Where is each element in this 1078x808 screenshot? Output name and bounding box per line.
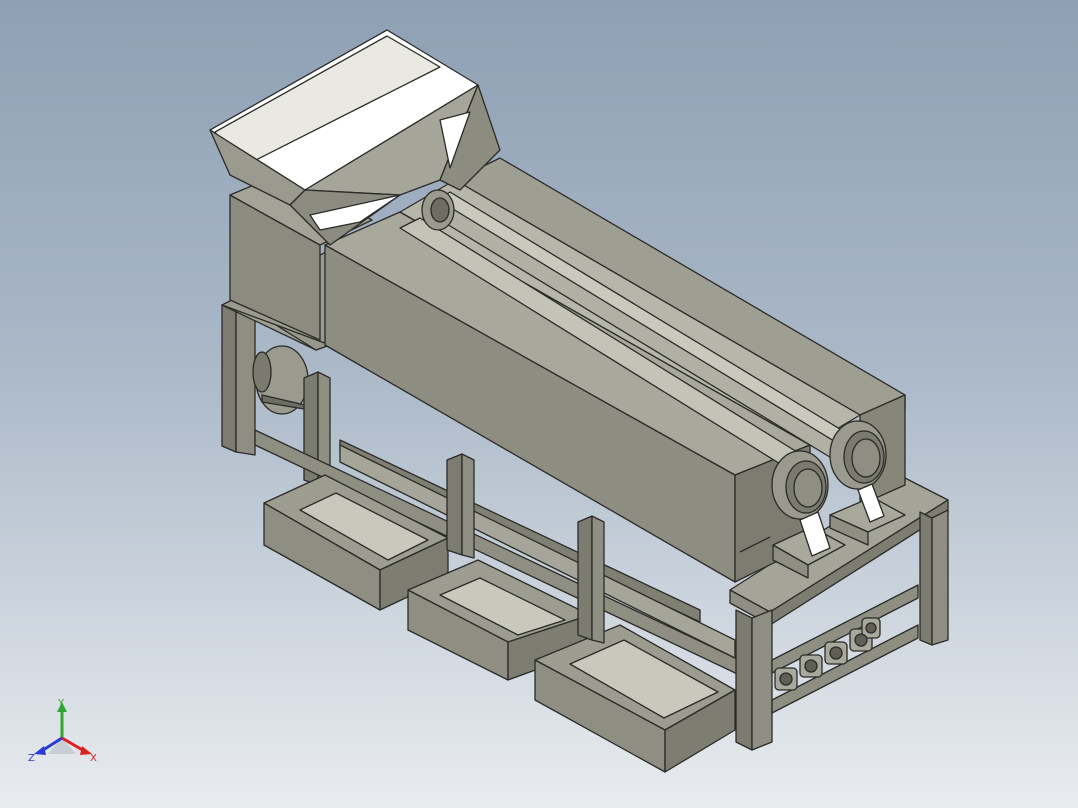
roller-end-flange-left[interactable] [771,450,829,520]
roller-end-flange-right[interactable] [829,420,887,490]
machine-3d-model[interactable] [0,0,1078,808]
graphics-viewport[interactable]: Y X Z [0,0,1078,808]
y-axis-label: Y [57,698,65,709]
z-axis-arrow [34,746,46,755]
drive-hub[interactable] [421,189,455,231]
z-axis-label: Z [28,753,35,764]
view-triad[interactable]: Y X Z [26,694,106,774]
x-axis-label: X [90,753,97,764]
